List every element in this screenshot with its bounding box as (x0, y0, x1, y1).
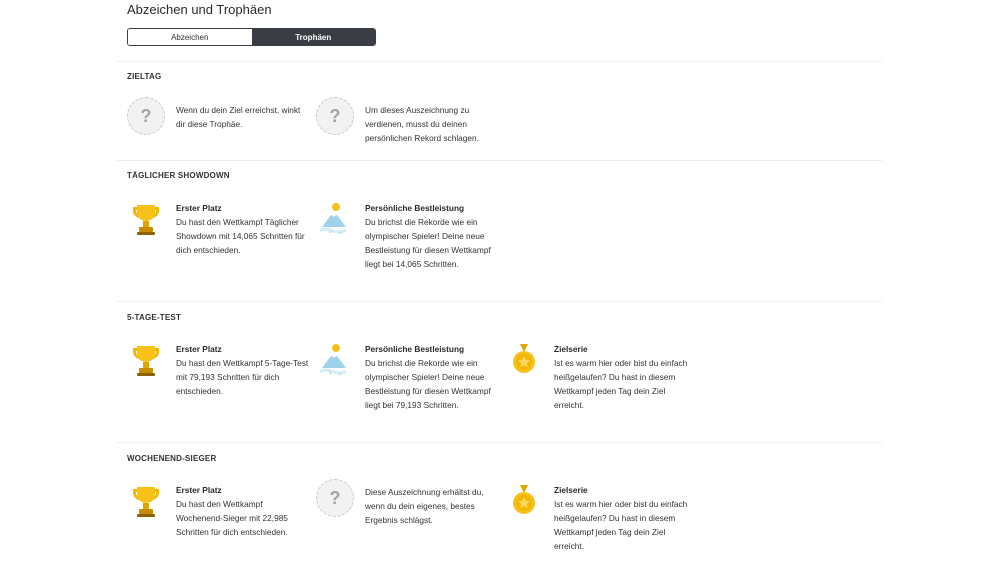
section-title-wochenend-sieger: WOCHENEND-SIEGER (127, 454, 217, 463)
mountain-peak-icon (316, 201, 354, 239)
trophy-description: Du brichst die Rekorde wie ein olympisch… (365, 217, 491, 269)
trophy-description: Um dieses Auszeichnung zu verdienen, mus… (365, 105, 479, 143)
trophy-description: Du brichst die Rekorde wie ein olympisch… (365, 358, 491, 410)
tab-abzeichen[interactable]: Abzeichen (128, 29, 252, 45)
trophy-title: Persönliche Bestleistung (365, 344, 465, 354)
question-mark-icon: ? (127, 97, 165, 135)
section-title-taeglicher-showdown: TÄGLICHER SHOWDOWN (127, 171, 230, 180)
trophy-icon (127, 201, 165, 239)
mountain-peak-icon (316, 342, 354, 380)
question-mark-icon: ? (316, 97, 354, 135)
tab-trophaeen[interactable]: Trophäen (251, 29, 375, 45)
trophy-title: Zielserie (554, 485, 588, 495)
section-title-5-tage-test: 5-TAGE-TEST (127, 313, 182, 322)
trophy-title: Erster Platz (176, 203, 222, 213)
trophy-title: Erster Platz (176, 344, 222, 354)
trophy-description: Diese Auszeichnung erhältst du, wenn du … (365, 487, 484, 525)
page-title: Abzeichen und Trophäen (127, 2, 272, 17)
trophy-description: Du hast den Wettkampf 5-Tage-Test mit 79… (176, 358, 309, 396)
medal-icon (505, 483, 543, 521)
trophy-description: Wenn du dein Ziel erreichst, winkt dir d… (176, 105, 301, 129)
trophy-description: Du hast den Wettkampf Täglicher Showdown… (176, 217, 305, 255)
trophy-title: Zielserie (554, 344, 588, 354)
divider (117, 301, 882, 302)
trophy-title: Erster Platz (176, 485, 222, 495)
divider (117, 61, 882, 62)
medal-icon (505, 342, 543, 380)
trophy-description: Ist es warm hier oder bist du einfach he… (554, 358, 688, 410)
question-mark-icon: ? (316, 479, 354, 517)
trophy-icon (127, 342, 165, 380)
trophy-description: Du hast den Wettkampf Wochenend-Sieger m… (176, 499, 288, 537)
trophy-icon (127, 483, 165, 521)
trophy-description: Ist es warm hier oder bist du einfach he… (554, 499, 688, 551)
badge-tabs: Abzeichen Trophäen (127, 28, 376, 46)
divider (117, 160, 882, 161)
divider (117, 442, 882, 443)
section-title-zieltag: ZIELTAG (127, 72, 162, 81)
trophy-title: Persönliche Bestleistung (365, 203, 465, 213)
